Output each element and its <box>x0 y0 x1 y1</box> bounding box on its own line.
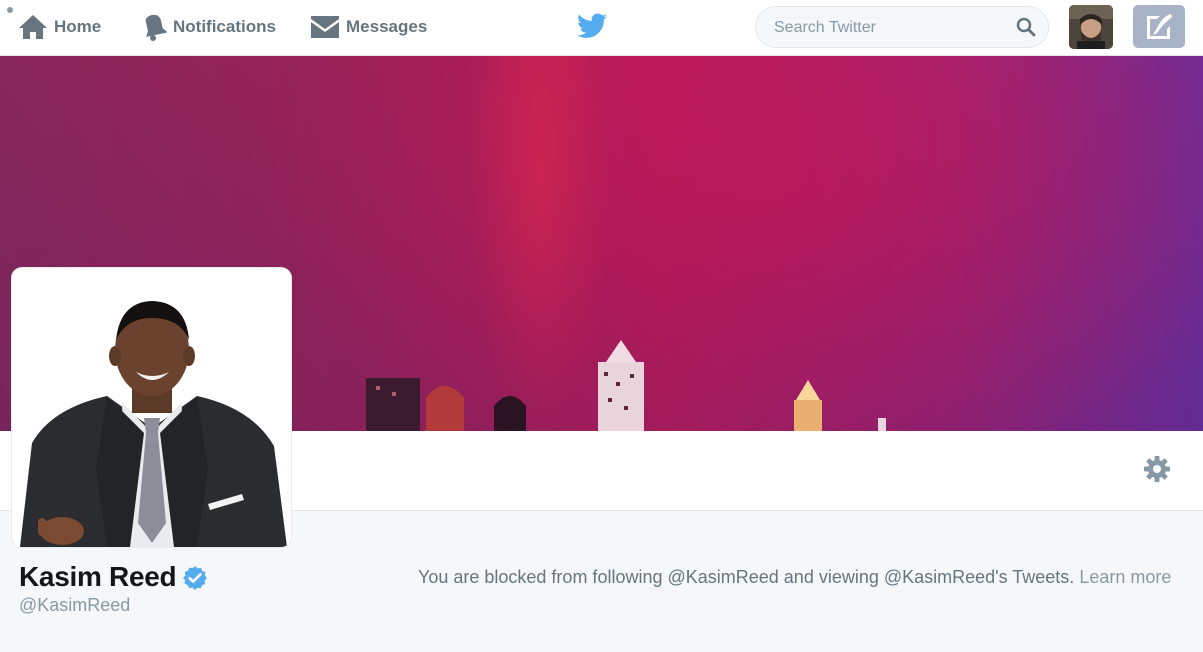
account-avatar[interactable] <box>1069 5 1113 49</box>
compose-tweet-button[interactable] <box>1133 5 1185 48</box>
window-dot <box>7 7 13 13</box>
compose-icon <box>1147 13 1172 39</box>
account-avatar-image <box>1069 5 1113 49</box>
envelope-icon <box>311 16 339 38</box>
search-box <box>755 6 1049 48</box>
profile-name-row: Kasim Reed <box>19 561 208 593</box>
blocked-notice: You are blocked from following @KasimRee… <box>418 565 1178 590</box>
search-icon[interactable] <box>1016 17 1036 37</box>
nav-messages-label: Messages <box>346 17 428 36</box>
profile-avatar[interactable] <box>12 268 291 547</box>
gear-icon[interactable] <box>1143 455 1171 483</box>
nav-home-label: Home <box>54 17 102 36</box>
bell-icon <box>145 14 167 41</box>
blocked-notice-text: You are blocked from following @KasimRee… <box>418 567 1075 587</box>
nav-home[interactable]: Home <box>18 12 101 42</box>
verified-badge-icon <box>183 566 208 590</box>
profile-name[interactable]: Kasim Reed <box>19 561 177 593</box>
nav-notifications[interactable]: Notifications <box>141 12 276 42</box>
profile-handle[interactable]: @KasimReed <box>19 595 130 616</box>
top-navigation-bar: Home Notifications Messages <box>0 0 1203 56</box>
nav-notifications-label: Notifications <box>173 17 276 36</box>
home-icon <box>19 15 47 39</box>
twitter-bird-icon[interactable] <box>577 13 607 39</box>
nav-messages[interactable]: Messages <box>310 12 427 42</box>
learn-more-link[interactable]: Learn more <box>1079 567 1171 587</box>
profile-avatar-image <box>12 268 291 547</box>
search-input[interactable] <box>772 15 1006 41</box>
